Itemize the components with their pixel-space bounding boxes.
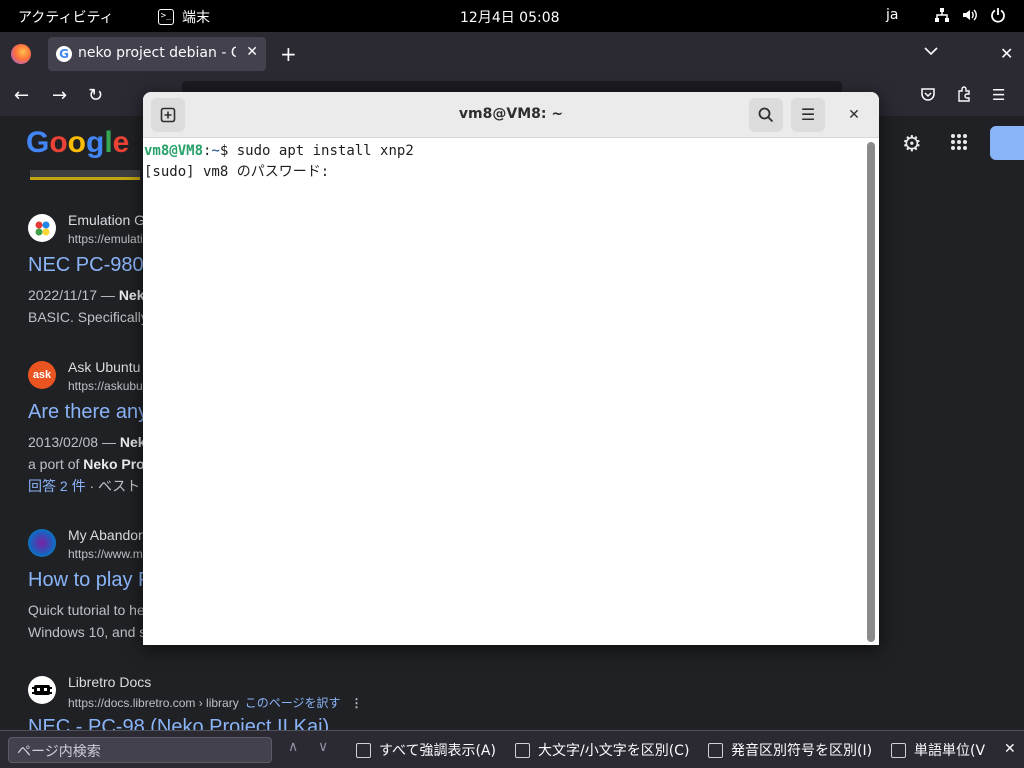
result-heading-link[interactable]: How to play F — [28, 569, 150, 592]
find-input[interactable]: ページ内検索 — [8, 737, 272, 763]
terminal-scrollbar[interactable] — [867, 142, 875, 642]
askubuntu-favicon-icon: ask — [28, 361, 56, 389]
terminal-window[interactable]: vm8@VM8: ~ ☰ ✕ vm8@VM8:~$ sudo apt insta… — [143, 92, 879, 645]
abandonware-favicon-icon — [28, 529, 56, 557]
network-icon — [934, 7, 950, 23]
google-favicon-icon: G — [56, 46, 72, 62]
extensions-icon[interactable] — [956, 86, 972, 106]
tab-close-icon[interactable]: ✕ — [246, 44, 258, 60]
app-menu[interactable]: >_ 端末 — [158, 7, 210, 27]
browser-tab[interactable]: G neko project debian - Go ✕ — [48, 37, 266, 71]
system-tray[interactable] — [934, 7, 1006, 23]
libretro-favicon-icon — [28, 676, 56, 704]
checkbox-box[interactable] — [708, 742, 723, 758]
hamburger-menu-icon[interactable]: ☰ — [992, 86, 1005, 104]
terminal-header-bar[interactable]: vm8@VM8: ~ ☰ ✕ — [143, 92, 879, 138]
translate-page-link[interactable]: このページを訳す — [245, 696, 341, 710]
terminal-icon: >_ — [158, 9, 174, 25]
result-url: https://emulati — [68, 232, 143, 246]
emulation-site-favicon-icon — [28, 214, 56, 242]
list-all-tabs-icon[interactable] — [924, 44, 938, 60]
find-previous-icon[interactable]: ∧ — [288, 739, 298, 755]
window-close-button[interactable]: ✕ — [1000, 44, 1013, 63]
match-case-checkbox[interactable]: 大文字/小文字を区別(C) — [515, 740, 689, 760]
app-menu-label: 端末 — [182, 10, 210, 26]
result-site-name: Ask Ubuntu — [68, 359, 141, 375]
tab-title: neko project debian - Go — [78, 45, 236, 61]
forward-icon[interactable]: → — [52, 85, 67, 106]
firefox-menu-icon[interactable] — [11, 44, 31, 64]
find-next-icon[interactable]: ∨ — [318, 739, 328, 755]
checkbox-box[interactable] — [356, 742, 371, 758]
back-icon[interactable]: ← — [14, 85, 29, 106]
gnome-top-bar: アクティビティ >_ 端末 12月4日 05:08 ja — [0, 0, 1024, 32]
terminal-output[interactable]: vm8@VM8:~$ sudo apt install xnp2 [sudo] … — [143, 139, 865, 645]
input-source-indicator[interactable]: ja — [886, 7, 898, 23]
prompt-user: vm8@VM8 — [144, 143, 204, 159]
result-site-name: Libretro Docs — [68, 674, 152, 690]
prompt-path: ~ — [211, 143, 220, 159]
result-heading-link[interactable]: Are there any — [28, 401, 148, 424]
result-snippet: Quick tutorial to he Windows 10, and s — [28, 602, 147, 640]
whole-words-checkbox[interactable]: 単語単位(V — [891, 740, 985, 760]
browser-tab-strip: G neko project debian - Go ✕ + ✕ — [0, 32, 1024, 76]
result-url: https://www.m — [68, 547, 143, 561]
checkbox-box[interactable] — [515, 742, 530, 758]
settings-gear-icon[interactable]: ⚙ — [902, 132, 922, 157]
answers-link[interactable]: 回答 2 件 — [28, 478, 86, 494]
activities-button[interactable]: アクティビティ — [18, 7, 114, 27]
highlight-all-checkbox[interactable]: すべて強調表示(A) — [356, 740, 496, 760]
result-image-strip — [30, 170, 140, 180]
result-heading-link[interactable]: NEC - PC-98 (Neko Project II Kai) — [28, 716, 329, 730]
result-site-name: My Abandor — [68, 527, 143, 543]
volume-icon — [962, 7, 978, 23]
more-options-icon[interactable]: ⋮ — [350, 696, 362, 710]
sudo-password-prompt: [sudo] vm8 のパスワード: — [144, 164, 330, 180]
result-url: https://askubu — [68, 379, 143, 393]
result-site-name: Emulation G — [68, 212, 146, 228]
find-in-page-bar: ページ内検索 ∧ ∨ すべて強調表示(A) 大文字/小文字を区別(C) 発音区別… — [0, 730, 1024, 768]
google-apps-icon[interactable] — [950, 132, 968, 156]
find-bar-close-icon[interactable]: ✕ — [1004, 741, 1016, 757]
result-heading-link[interactable]: NEC PC-980 — [28, 254, 144, 277]
result-snippet: 2013/02/08 — Nek a port of Neko Pro 回答 2… — [28, 434, 146, 494]
reload-icon[interactable]: ↻ — [88, 85, 103, 106]
clock[interactable]: 12月4日 05:08 — [460, 7, 560, 27]
match-diacritics-checkbox[interactable]: 発音区別符号を区別(I) — [708, 740, 872, 760]
command-text: sudo apt install xnp2 — [236, 143, 414, 159]
result-snippet: 2022/11/17 — Neko BASIC. Specifically — [28, 287, 154, 325]
new-tab-button[interactable]: + — [280, 42, 297, 66]
search-icon[interactable] — [749, 98, 783, 132]
pocket-icon[interactable] — [920, 86, 936, 106]
result-url: https://docs.libretro.com › library このページ… — [68, 696, 363, 710]
close-icon[interactable]: ✕ — [843, 104, 865, 126]
power-icon — [990, 7, 1006, 23]
hamburger-menu-icon[interactable]: ☰ — [791, 98, 825, 132]
sign-in-button[interactable] — [990, 126, 1024, 160]
checkbox-box[interactable] — [891, 742, 906, 758]
google-logo[interactable]: Google — [26, 126, 129, 160]
